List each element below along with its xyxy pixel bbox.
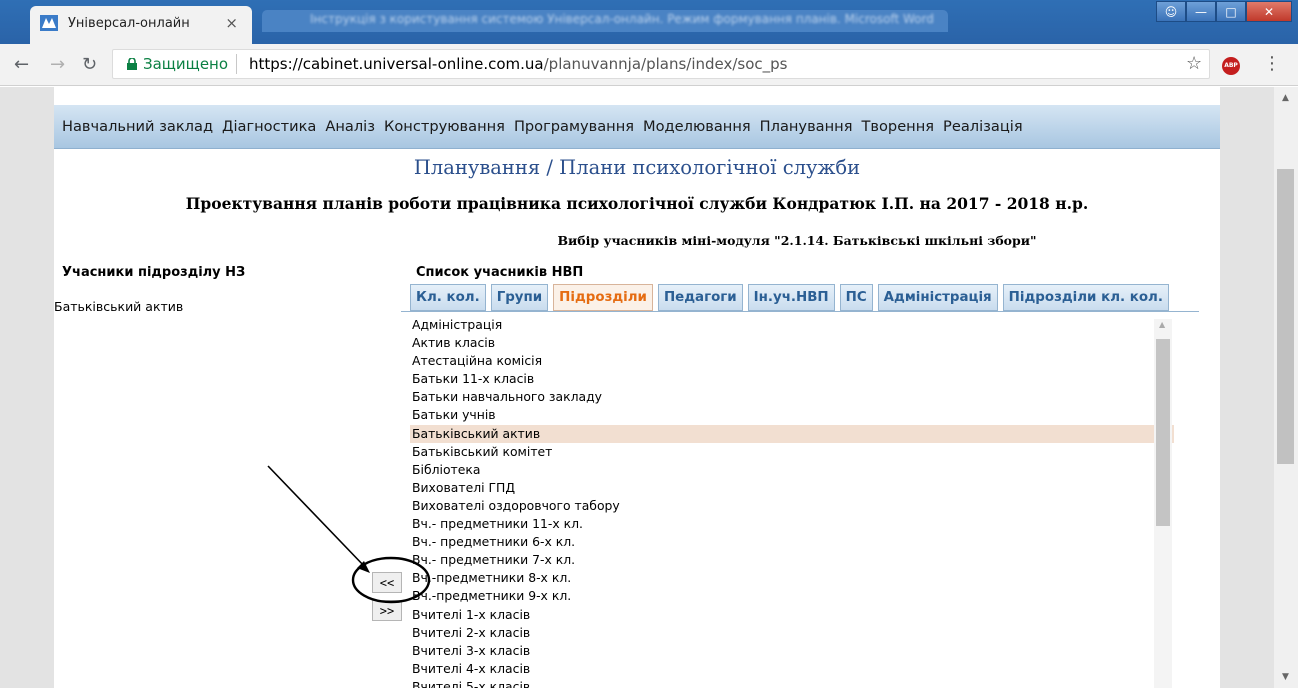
window-user-icon[interactable]: ☺: [1156, 1, 1186, 22]
lock-icon: [127, 58, 137, 70]
page-scrollbar[interactable]: ▲ ▼: [1274, 87, 1298, 688]
listbox-scroll-up-icon[interactable]: ▲: [1159, 320, 1165, 329]
bookmark-star-icon[interactable]: ☆: [1186, 53, 1202, 74]
tabs-divider: [401, 311, 1199, 312]
tab-ps[interactable]: ПС: [839, 284, 873, 311]
list-item[interactable]: Батьки учнів: [410, 406, 1174, 424]
listbox-scrollbar[interactable]: ▲: [1154, 319, 1172, 688]
menu-item-diagnostyka[interactable]: Діагностика: [222, 118, 316, 135]
menu-item-prohramuvannia[interactable]: Програмування: [514, 118, 634, 135]
browser-tab-active[interactable]: Універсал-онлайн ×: [30, 6, 252, 44]
list-item[interactable]: Атестаційна комісія: [410, 352, 1174, 370]
list-item[interactable]: Вчителі 5-х класів: [410, 678, 1174, 688]
list-item[interactable]: Вч.-предметники 8-х кл.: [410, 569, 1174, 587]
site-favicon-icon: [40, 15, 58, 31]
menu-item-realizatsiia[interactable]: Реалізація: [943, 118, 1023, 135]
list-item[interactable]: Батьківський актив: [410, 424, 1174, 443]
scroll-down-icon[interactable]: ▼: [1282, 672, 1289, 682]
tab-pedahohy[interactable]: Педагоги: [657, 284, 743, 311]
tab-hrupy[interactable]: Групи: [490, 284, 549, 311]
main-menu: Навчальний заклад Діагностика Аналіз Кон…: [54, 105, 1220, 149]
list-item[interactable]: Адміністрація: [410, 316, 1174, 334]
list-item[interactable]: Вчителі 2-х класів: [410, 624, 1174, 642]
browser-tab-inactive[interactable]: Інструкція з користування системою Уніве…: [262, 10, 948, 32]
adblock-icon[interactable]: ABP: [1222, 57, 1240, 75]
page-title: Проектування планів роботи працівника пс…: [185, 194, 1089, 213]
window-close-icon[interactable]: ✕: [1246, 1, 1292, 22]
list-item[interactable]: Вч.- предметники 11-х кл.: [410, 515, 1174, 533]
list-item[interactable]: Батьки 11-х класів: [410, 370, 1174, 388]
tab-administratsiia[interactable]: Адміністрація: [877, 284, 998, 311]
minimize-icon[interactable]: —: [1186, 1, 1216, 22]
menu-item-analiz[interactable]: Аналіз: [325, 118, 375, 135]
reload-icon[interactable]: ↻: [82, 54, 97, 75]
menu-item-konstruiuvannia[interactable]: Конструювання: [384, 118, 505, 135]
address-bar[interactable]: Защищено https://cabinet.universal-onlin…: [112, 49, 1210, 79]
tab-kl-kol[interactable]: Кл. кол.: [410, 284, 486, 311]
list-item[interactable]: Вихователі ГПД: [410, 479, 1174, 497]
menu-item-navchalnyi-zaklad[interactable]: Навчальний заклад: [62, 118, 213, 135]
remove-participant-button[interactable]: >>: [372, 600, 402, 621]
browser-menu-icon[interactable]: ⋮: [1263, 53, 1281, 74]
browser-title-bar: Універсал-онлайн × Інструкція з користув…: [0, 0, 1298, 44]
page-container: Навчальний заклад Діагностика Аналіз Кон…: [54, 87, 1220, 688]
browser-tab-inactive-title: Інструкція з користування системою Уніве…: [310, 12, 934, 26]
page-subtitle: Вибір учасників міні-модуля "2.1.14. Бат…: [557, 233, 1037, 248]
list-item[interactable]: Вчителі 4-х класів: [410, 660, 1174, 678]
participants-listbox[interactable]: Адміністрація Актив класів Атестаційна ком…: [410, 316, 1174, 688]
secure-label: Защищено: [143, 55, 229, 73]
maximize-icon[interactable]: □: [1216, 1, 1246, 22]
tab-pidrozdily-kl-kol[interactable]: Підрозділи кл. кол.: [1002, 284, 1169, 311]
browser-toolbar: ← → ↻ Защищено https://cabinet.universal…: [0, 44, 1298, 86]
tab-in-uch-nvp[interactable]: Ін.уч.НВП: [747, 284, 835, 311]
list-item[interactable]: Батьківський комітет: [410, 443, 1174, 461]
page-scroll-thumb[interactable]: [1277, 169, 1294, 464]
participants-list-title: Список учасників НВП: [416, 265, 584, 280]
browser-tab-title: Універсал-онлайн: [68, 16, 190, 31]
scroll-up-icon[interactable]: ▲: [1282, 93, 1289, 103]
menu-item-modeliuvannia[interactable]: Моделювання: [643, 118, 751, 135]
selected-participant-item[interactable]: Батьківський актив: [54, 299, 183, 314]
url-text: https://cabinet.universal-online.com.ua/…: [249, 55, 788, 73]
list-item[interactable]: Вч.- предметники 6-х кл.: [410, 533, 1174, 551]
list-item[interactable]: Вч.- предметники 7-х кл.: [410, 551, 1174, 569]
list-item[interactable]: Вихователі оздоровчого табору: [410, 497, 1174, 515]
menu-item-tvorennia[interactable]: Творення: [861, 118, 934, 135]
back-arrow-icon[interactable]: ←: [14, 54, 29, 75]
url-path: /planuvannja/plans/index/soc_ps: [543, 55, 788, 73]
participant-tabs: Кл. кол. Групи Підрозділи Педагоги Ін.уч…: [410, 284, 1174, 311]
list-item[interactable]: Вч.-предметники 9-х кл.: [410, 587, 1174, 605]
window-controls: ☺ — □ ✕: [1156, 1, 1292, 23]
page-viewport: Навчальний заклад Діагностика Аналіз Кон…: [0, 87, 1274, 688]
tab-pidrozdily[interactable]: Підрозділи: [553, 284, 653, 311]
list-item[interactable]: Бібліотека: [410, 461, 1174, 479]
list-item[interactable]: Батьки навчального закладу: [410, 388, 1174, 406]
address-bar-divider: [236, 54, 237, 74]
breadcrumb: Планування / Плани психологічної служби: [413, 156, 861, 179]
menu-item-planuvannia[interactable]: Планування: [760, 118, 853, 135]
list-item[interactable]: Вчителі 1-х класів: [410, 606, 1174, 624]
add-participant-button[interactable]: <<: [372, 572, 402, 593]
list-item[interactable]: Вчителі 3-х класів: [410, 642, 1174, 660]
url-host: https://cabinet.universal-online.com.ua: [249, 55, 544, 73]
listbox-scroll-thumb[interactable]: [1156, 339, 1170, 526]
forward-arrow-icon[interactable]: →: [50, 54, 65, 75]
selected-participants-title: Учасники підрозділу НЗ: [62, 265, 246, 280]
list-item[interactable]: Актив класів: [410, 334, 1174, 352]
tab-close-icon[interactable]: ×: [225, 14, 238, 32]
